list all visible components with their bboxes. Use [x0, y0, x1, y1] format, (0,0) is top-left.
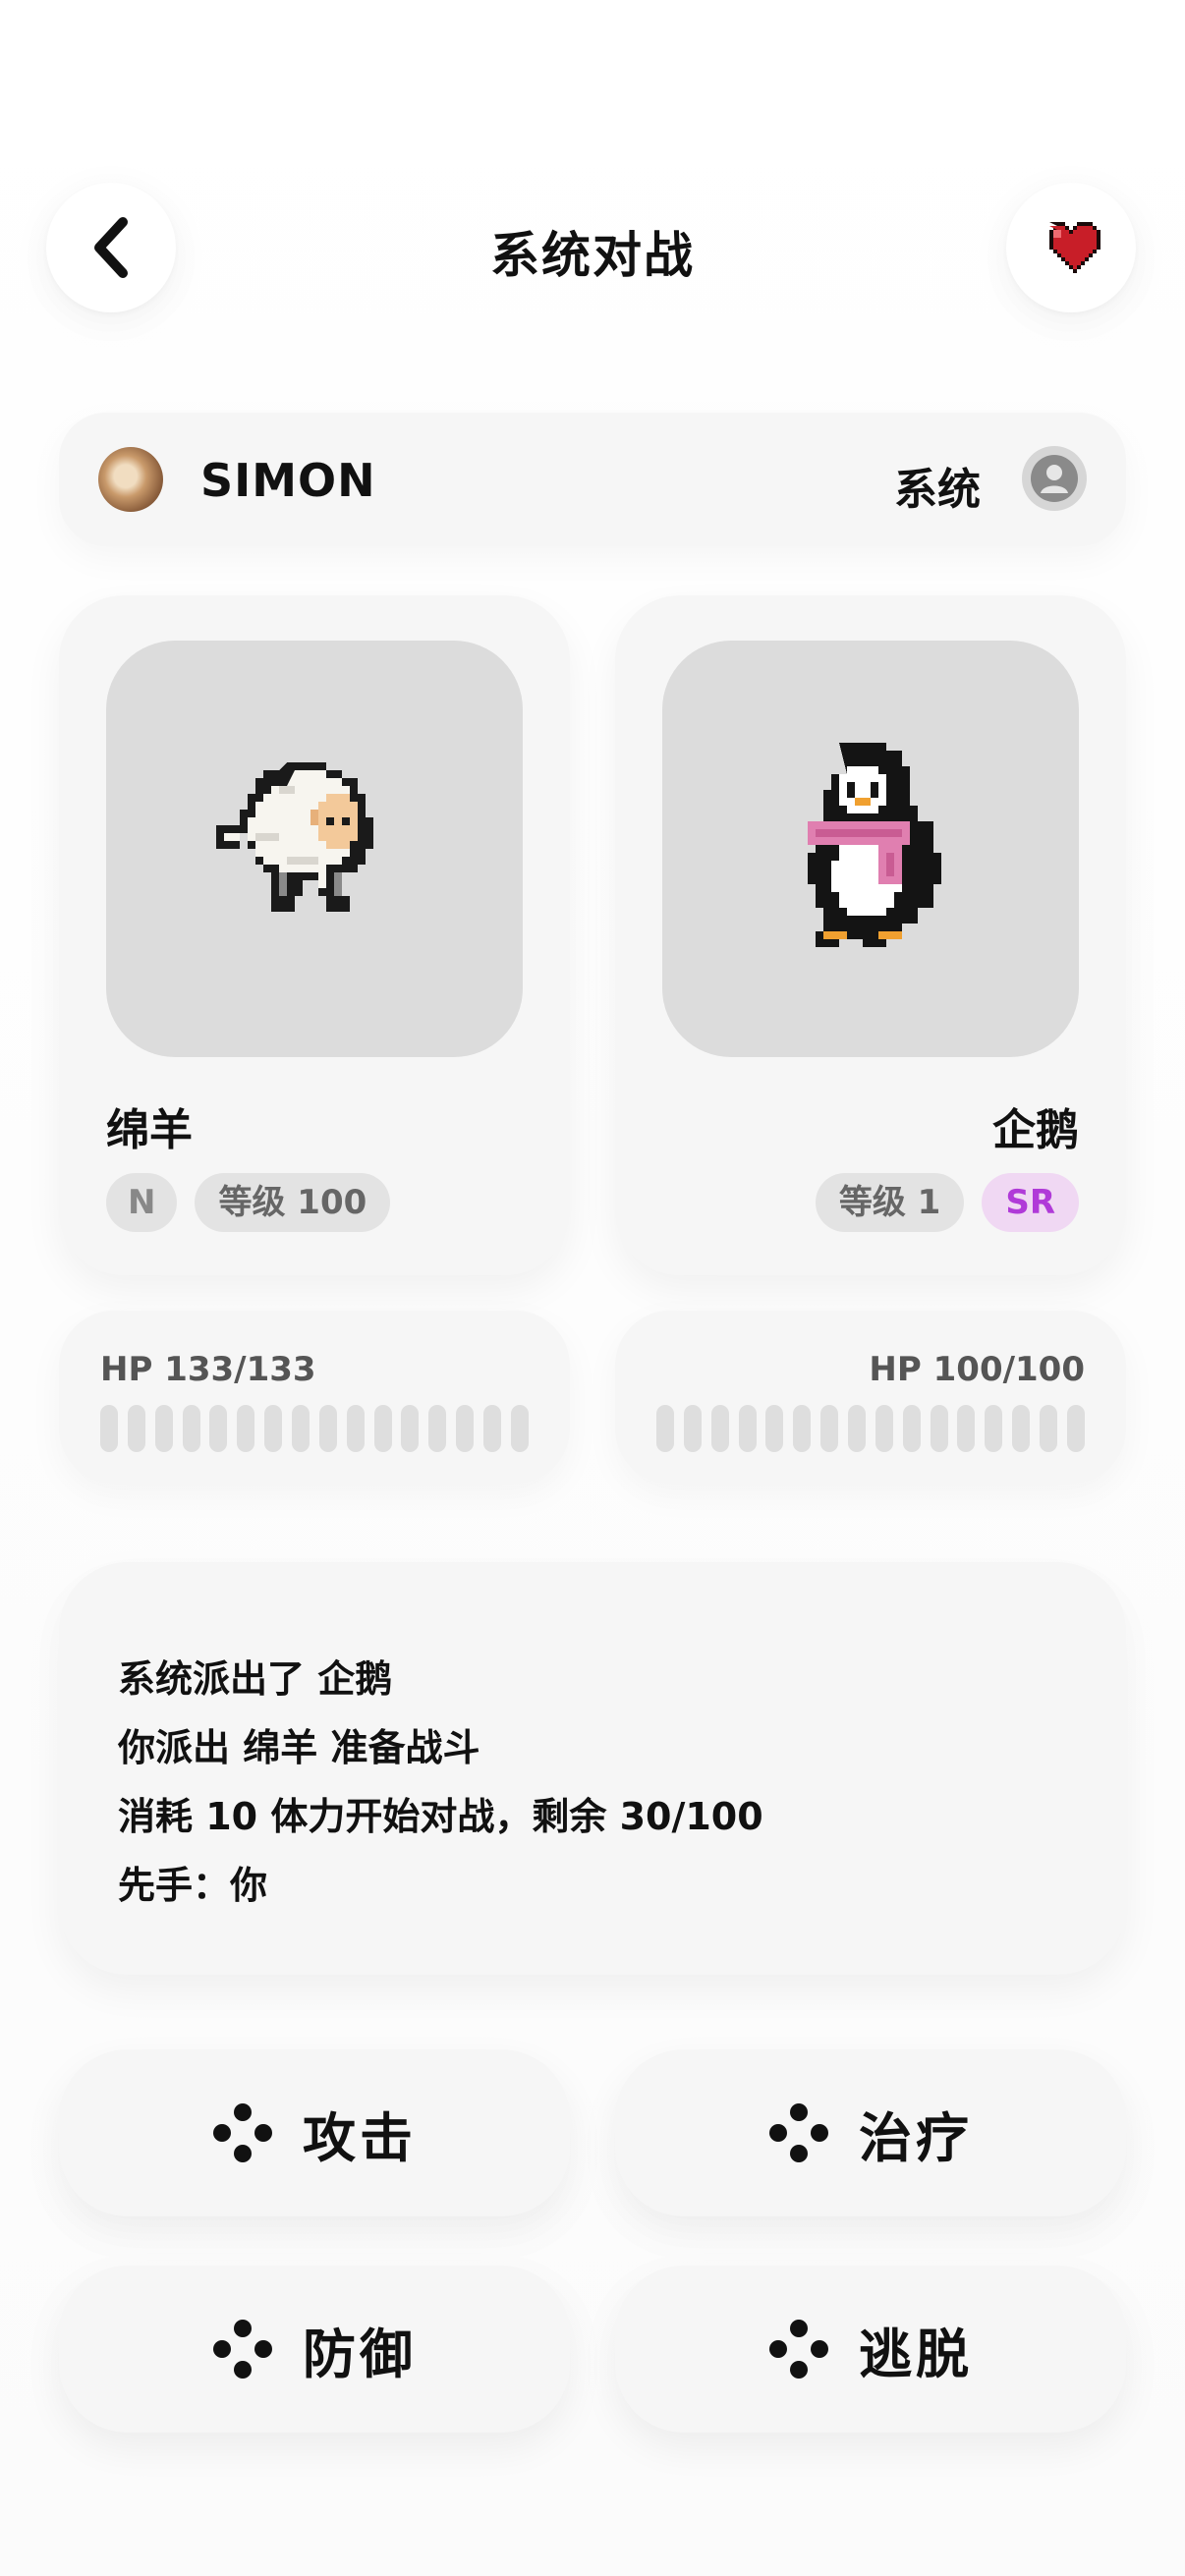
log-line: 消耗 10 体力开始对战，剩余 30/100: [118, 1795, 763, 1838]
player-name: SIMON: [200, 454, 376, 507]
battle-log: 系统派出了 企鹅 你派出 绵羊 准备战斗 消耗 10 体力开始对战，剩余 30/…: [59, 1562, 1126, 1975]
hp-segment: [957, 1405, 976, 1452]
hp-segment: [820, 1405, 839, 1452]
log-line: 系统派出了 企鹅: [118, 1657, 393, 1701]
defend-button[interactable]: 防御: [59, 2266, 570, 2433]
user-icon: [1031, 455, 1078, 502]
hp-segment: [1012, 1405, 1031, 1452]
hp-segment: [237, 1405, 255, 1452]
rarity-badge: SR: [982, 1173, 1079, 1232]
hp-segment: [100, 1405, 118, 1452]
hp-segment: [793, 1405, 812, 1452]
level-badge: 等级 1: [815, 1173, 965, 1232]
opponent-avatar: [1022, 446, 1087, 511]
opponent-pet-sprite-box: [662, 641, 1079, 1057]
player-pet-badges: N 等级 100: [106, 1173, 391, 1232]
level-badge: 等级 100: [195, 1173, 391, 1232]
rarity-badge: N: [106, 1173, 178, 1232]
hp-segment: [456, 1405, 475, 1452]
player-hp-card: HP 133/133: [59, 1311, 570, 1484]
opponent-hp-bar: [656, 1405, 1085, 1452]
escape-label: 逃脱: [859, 2323, 973, 2385]
player-hp-bar: [100, 1405, 529, 1452]
opponent-pet-name: 企鹅: [992, 1105, 1079, 1155]
opponent-name: 系统: [894, 465, 981, 515]
hp-segment: [373, 1405, 392, 1452]
player-avatar[interactable]: [98, 447, 163, 512]
hp-segment: [346, 1405, 365, 1452]
log-line: 你派出 绵羊 准备战斗: [118, 1726, 480, 1769]
players-bar: SIMON 系统: [59, 413, 1126, 546]
hp-segment: [985, 1405, 1003, 1452]
hp-segment: [292, 1405, 310, 1452]
hp-segment: [1066, 1405, 1085, 1452]
hp-segment: [1040, 1405, 1058, 1452]
hp-segment: [765, 1405, 784, 1452]
gamepad-dots-icon: [769, 2320, 828, 2379]
hp-segment: [875, 1405, 893, 1452]
attack-label: 攻击: [303, 2106, 417, 2169]
pixel-heart-icon: [1049, 222, 1100, 273]
hp-segment: [930, 1405, 948, 1452]
escape-button[interactable]: 逃脱: [615, 2266, 1126, 2433]
log-line: 先手：你: [118, 1864, 268, 1907]
opponent-pet-badges: 等级 1 SR: [815, 1173, 1079, 1232]
hp-segment: [902, 1405, 921, 1452]
opponent-hp-card: HP 100/100: [615, 1311, 1126, 1484]
hp-segment: [127, 1405, 145, 1452]
opponent-hp-text: HP 100/100: [869, 1350, 1085, 1389]
player-hp-text: HP 133/133: [100, 1350, 316, 1389]
defend-label: 防御: [303, 2323, 417, 2385]
hp-segment: [428, 1405, 447, 1452]
pixel-sheep-icon: [216, 762, 373, 912]
battle-screen: 系统对战 SIMON 系统 绵羊 N 等级 100 企鹅 等级 1 SR HP …: [0, 0, 1185, 2576]
player-pet-name: 绵羊: [106, 1105, 193, 1155]
hp-segment: [483, 1405, 502, 1452]
hp-segment: [154, 1405, 173, 1452]
hp-segment: [209, 1405, 228, 1452]
hp-segment: [683, 1405, 702, 1452]
heal-button[interactable]: 治疗: [615, 2049, 1126, 2216]
hp-segment: [401, 1405, 420, 1452]
hp-segment: [510, 1405, 529, 1452]
hp-segment: [738, 1405, 757, 1452]
hp-segment: [656, 1405, 674, 1452]
hp-segment: [710, 1405, 729, 1452]
player-pet-card[interactable]: 绵羊 N 等级 100: [59, 595, 570, 1275]
pixel-penguin-icon: [808, 743, 941, 947]
hp-segment: [848, 1405, 867, 1452]
player-pet-sprite-box: [106, 641, 523, 1057]
heal-label: 治疗: [859, 2106, 973, 2169]
hp-segment: [318, 1405, 337, 1452]
gamepad-dots-icon: [213, 2320, 272, 2379]
hp-segment: [182, 1405, 200, 1452]
gamepad-dots-icon: [769, 2103, 828, 2162]
favorite-button[interactable]: [1006, 183, 1136, 312]
opponent-pet-card[interactable]: 企鹅 等级 1 SR: [615, 595, 1126, 1275]
gamepad-dots-icon: [213, 2103, 272, 2162]
hp-segment: [264, 1405, 283, 1452]
attack-button[interactable]: 攻击: [59, 2049, 570, 2216]
